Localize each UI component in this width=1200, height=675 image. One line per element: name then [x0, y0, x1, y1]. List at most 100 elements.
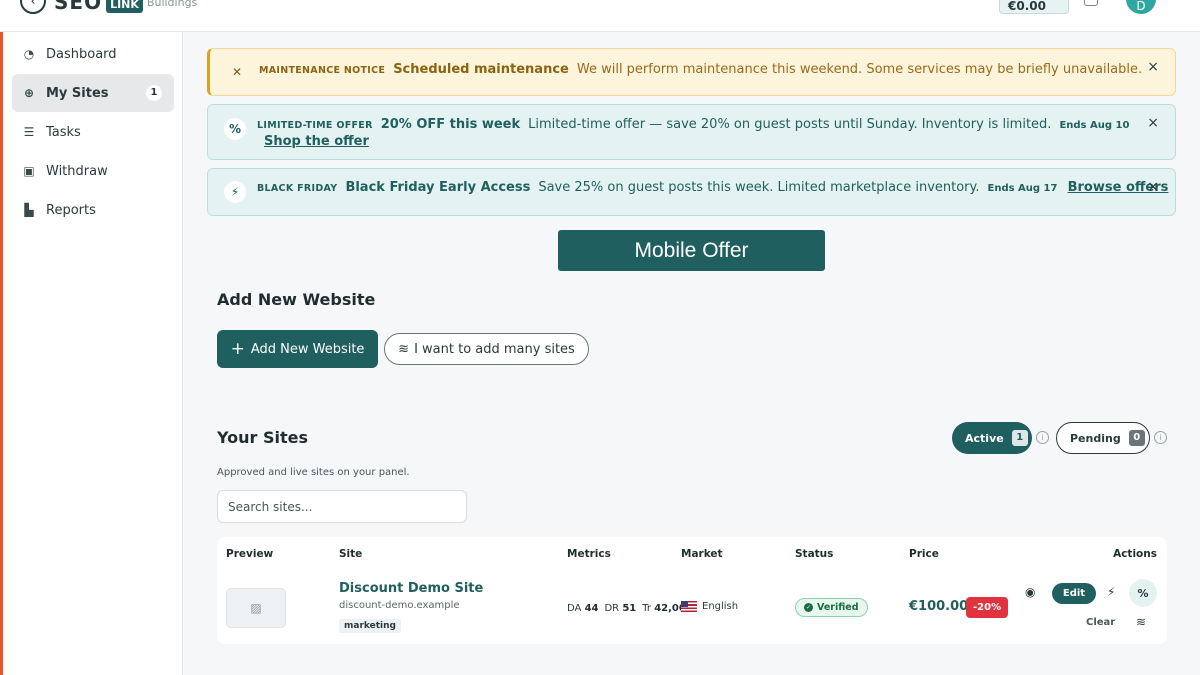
tab-count: 1	[1011, 430, 1028, 446]
banner-text: We will perform maintenance this weekend…	[576, 62, 1143, 77]
sidebar-item-my-sites[interactable]: ⊕ My Sites 1	[12, 74, 174, 112]
sidebar-badge: 1	[146, 85, 162, 101]
sites-subtitle: Approved and live sites on your panel.	[217, 467, 410, 478]
banner-title: Scheduled maintenance	[393, 62, 569, 77]
balance-display[interactable]: €0.00	[999, 0, 1069, 14]
image-placeholder-icon: ▨	[226, 588, 286, 628]
sidebar-item-tasks[interactable]: ☰ Tasks	[12, 113, 174, 151]
banner-tag: LIMITED-TIME OFFER	[257, 120, 373, 131]
market-language: English	[702, 601, 739, 612]
column-header: Actions	[1113, 548, 1157, 560]
column-header: Market	[681, 548, 723, 560]
banner-tag: BLACK FRIDAY	[257, 183, 338, 194]
layers-icon[interactable]: ≋	[1136, 615, 1146, 629]
tools-icon: ✕	[231, 65, 243, 79]
column-header: Metrics	[567, 548, 611, 560]
check-icon: ✓	[804, 603, 813, 612]
black-friday-banner: ⚡ BLACK FRIDAY Black Friday Early Access S…	[207, 168, 1176, 216]
avatar[interactable]: D	[1126, 0, 1156, 14]
percent-icon: %	[224, 118, 246, 140]
maintenance-banner: ✕ MAINTENANCE NOTICE Scheduled maintenanc…	[207, 48, 1176, 96]
metric-label: DA	[567, 603, 582, 614]
top-bar: ‹ SEO LINK Buildings €0.00 D	[0, 0, 1200, 32]
plus-icon: +	[230, 339, 245, 359]
close-icon[interactable]: ×	[1147, 179, 1159, 195]
bulk-add-button[interactable]: ≋ I want to add many sites	[384, 333, 589, 365]
discount-percent-button[interactable]: %	[1129, 579, 1157, 607]
add-website-label: Add New Website	[250, 341, 365, 357]
globe-icon: ⊕	[23, 86, 35, 100]
lightning-icon[interactable]: ⚡	[1107, 585, 1115, 599]
back-icon[interactable]: ‹	[20, 0, 46, 14]
tasks-icon: ☰	[23, 125, 35, 139]
add-website-button[interactable]: + Add New Website	[217, 330, 378, 368]
discount-badge: -20%	[966, 597, 1009, 618]
banner-text: Save 25% on guest posts this week. Limit…	[538, 180, 980, 195]
tab-pending[interactable]: Pending 0	[1056, 422, 1150, 454]
tab-count: 0	[1128, 430, 1145, 446]
site-price: €100.00	[909, 599, 969, 614]
lightning-icon: ⚡	[224, 181, 246, 203]
site-url: discount-demo.example	[339, 600, 460, 611]
column-header: Status	[795, 548, 834, 560]
bulk-add-label: I want to add many sites	[414, 341, 575, 357]
sidebar-accent-bar	[0, 32, 3, 675]
wallet-icon: ▣	[23, 164, 35, 178]
column-header: Site	[339, 548, 363, 560]
edit-button[interactable]: Edit	[1052, 583, 1096, 604]
clear-button[interactable]: Clear	[1086, 617, 1115, 628]
eye-icon[interactable]: ◉	[1025, 585, 1035, 599]
close-icon[interactable]: ×	[1147, 115, 1159, 131]
close-icon[interactable]: ×	[1147, 59, 1159, 75]
metric-label: DR	[604, 603, 620, 614]
tab-active[interactable]: Active 1	[952, 422, 1032, 454]
dashboard-icon: ◔	[23, 47, 35, 61]
tab-label: Pending	[1070, 431, 1121, 445]
site-category-tag: marketing	[339, 619, 401, 633]
black-friday-content: BLACK FRIDAY Black Friday Early Access Sav…	[257, 180, 1168, 195]
logo[interactable]: SEO LINK Buildings	[54, 0, 197, 14]
status-badge: ✓ Verified	[795, 598, 868, 617]
sites-table: Preview Site Metrics Market Status Price…	[217, 537, 1167, 644]
metric-da: 44	[584, 603, 599, 614]
column-header: Preview	[226, 548, 274, 560]
banner-title: 20% OFF this week	[380, 117, 521, 132]
info-icon[interactable]: i	[1154, 431, 1167, 444]
banner-text: Limited-time offer — save 20% on guest p…	[528, 117, 1052, 132]
status-label: Verified	[817, 602, 859, 613]
sidebar-item-reports[interactable]: ▙ Reports	[12, 191, 174, 229]
info-icon[interactable]: i	[1036, 431, 1049, 444]
tab-label: Active	[965, 431, 1004, 445]
banner-tag: MAINTENANCE NOTICE	[259, 65, 386, 76]
shop-offer-link[interactable]: Shop the offer	[264, 134, 369, 149]
mobile-offer-banner[interactable]: Mobile Offer	[558, 230, 825, 271]
sidebar-item-withdraw[interactable]: ▣ Withdraw	[12, 152, 174, 190]
search-input[interactable]	[217, 490, 467, 523]
offer-banner: % LIMITED-TIME OFFER 20% OFF this week Lim…	[207, 104, 1176, 160]
logo-sub: Buildings	[146, 0, 198, 9]
notification-bell-icon[interactable]	[1084, 0, 1098, 6]
metric-dr: 51	[622, 603, 637, 614]
site-name-link[interactable]: Discount Demo Site	[339, 581, 483, 596]
banner-ends: Ends Aug 17	[987, 183, 1058, 194]
metric-label: Tr	[642, 603, 651, 614]
banner-title: Black Friday Early Access	[345, 180, 531, 195]
banner-ends: Ends Aug 10	[1059, 120, 1130, 131]
sidebar-item-label: Withdraw	[46, 163, 108, 179]
your-sites-heading: Your Sites	[217, 428, 308, 447]
sidebar-item-label: My Sites	[46, 85, 109, 101]
sidebar-item-label: Tasks	[46, 124, 81, 140]
logo-seo: SEO	[54, 0, 103, 14]
add-website-heading: Add New Website	[217, 290, 376, 309]
sidebar-item-dashboard[interactable]: ◔ Dashboard	[12, 35, 174, 73]
column-header: Price	[909, 548, 939, 560]
sidebar-item-label: Dashboard	[46, 46, 117, 62]
layers-icon: ≋	[398, 341, 410, 357]
logo-box: LINK	[106, 0, 143, 13]
chart-icon: ▙	[24, 203, 34, 217]
us-flag-icon	[681, 601, 697, 612]
site-market: English	[681, 601, 738, 612]
sidebar-item-label: Reports	[46, 202, 96, 218]
site-metrics: DA 44 DR 51 Tr 42,000	[567, 603, 699, 614]
offer-content: LIMITED-TIME OFFER 20% OFF this week Limit…	[257, 117, 1129, 132]
